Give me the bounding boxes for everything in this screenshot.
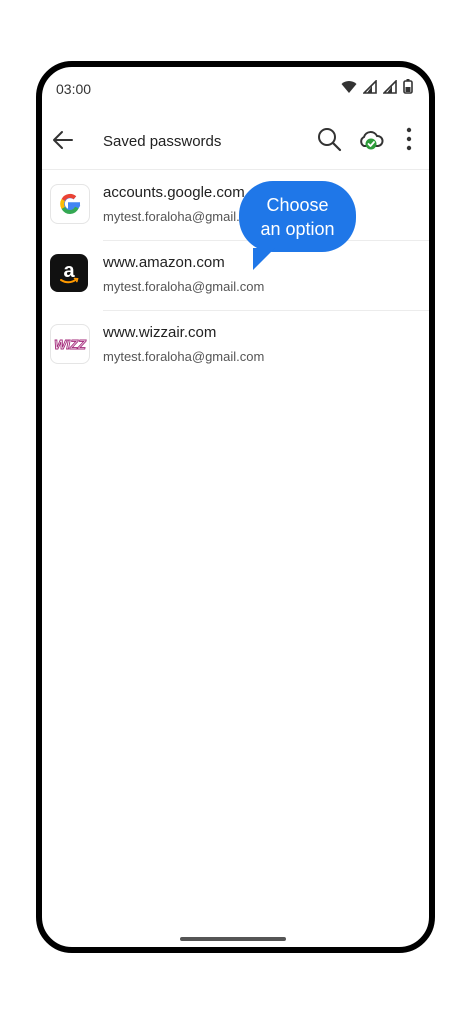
cell-signal-icon-2 xyxy=(383,79,397,94)
tooltip-line-2: an option xyxy=(260,218,335,239)
saved-password-list: accounts.google.com mytest.foraloha@gmai… xyxy=(42,170,429,380)
status-time: 03:00 xyxy=(56,81,92,97)
amazon-logo-icon: a xyxy=(50,254,88,292)
battery-icon xyxy=(403,79,413,94)
svg-text:WIZZ: WIZZ xyxy=(54,337,87,352)
cloud-sync-check-icon[interactable] xyxy=(357,127,385,155)
password-item-amazon[interactable]: a www.amazon.com mytest.foraloha@gmail.c… xyxy=(42,240,429,310)
page-title: Saved passwords xyxy=(103,133,222,150)
phone-screen: 03:00 Saved passwords accounts.google.co… xyxy=(36,61,435,953)
password-site: www.amazon.com xyxy=(103,254,225,271)
status-icons xyxy=(341,79,413,94)
status-bar: 03:00 xyxy=(42,67,429,113)
wizzair-logo-icon: WIZZ xyxy=(50,324,90,364)
google-logo-icon xyxy=(50,184,90,224)
tooltip-bubble: Choose an option xyxy=(239,181,356,270)
password-site: www.wizzair.com xyxy=(103,324,217,341)
password-item-wizzair[interactable]: WIZZ www.wizzair.com mytest.foraloha@gma… xyxy=(42,310,429,380)
password-item-google[interactable]: accounts.google.com mytest.foraloha@gmai… xyxy=(42,170,429,240)
app-bar: Saved passwords xyxy=(42,113,429,169)
home-indicator[interactable] xyxy=(180,937,286,941)
password-site: accounts.google.com xyxy=(103,184,245,201)
cell-signal-icon xyxy=(363,79,377,94)
password-username: mytest.foraloha@gmail.com xyxy=(103,279,265,294)
wifi-icon xyxy=(341,80,357,93)
more-options-icon[interactable] xyxy=(399,125,419,153)
tooltip-line-1: Choose xyxy=(266,194,329,215)
password-username: mytest.foraloha@gmail.com xyxy=(103,349,265,364)
search-icon[interactable] xyxy=(315,125,343,153)
svg-text:a: a xyxy=(63,260,75,282)
back-arrow-icon[interactable] xyxy=(50,127,76,153)
